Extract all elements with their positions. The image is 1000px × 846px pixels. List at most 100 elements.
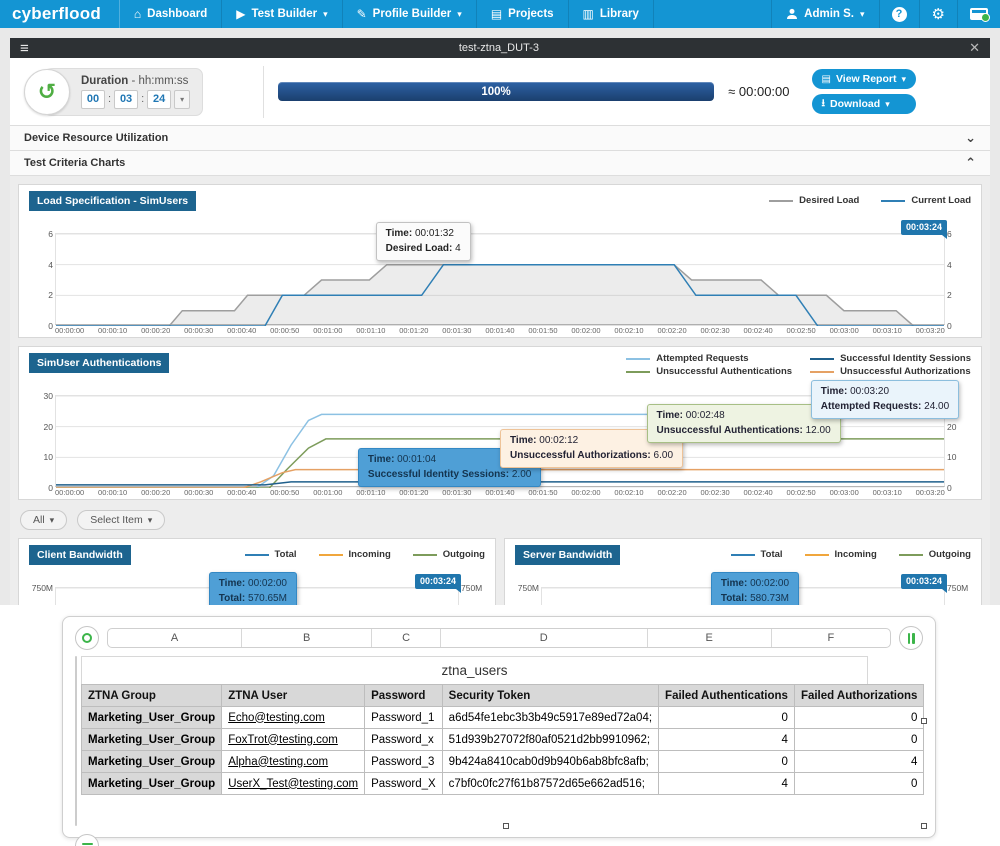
cell-security-token[interactable]: c7bf0c0fc27f61b87572d65e662ad516; (442, 773, 658, 795)
header-cell[interactable]: Failed Authentications (659, 685, 795, 707)
duration-minutes[interactable]: 03 (114, 90, 138, 109)
cell-failed-authentications[interactable]: 0 (659, 707, 795, 729)
duration-seconds[interactable]: 24 (147, 90, 171, 109)
spreadsheet-region: ABCDEF 12345 ztna_users ZTNA GroupZTNA U… (0, 605, 1000, 846)
legend-item[interactable]: Incoming (805, 549, 877, 560)
selection-handle[interactable] (503, 823, 509, 829)
legend-label: Outgoing (929, 549, 971, 560)
chart-load-specification: Load Specification - SimUsersDesired Loa… (18, 184, 982, 338)
column-header-C[interactable]: C (372, 629, 441, 647)
sheet-menu-button[interactable] (75, 834, 99, 846)
close-icon[interactable]: ✕ (969, 40, 980, 56)
legend-item[interactable]: Outgoing (413, 549, 485, 560)
cell-password[interactable]: Password_X (365, 773, 443, 795)
cell-password[interactable]: Password_1 (365, 707, 443, 729)
column-header-B[interactable]: B (242, 629, 372, 647)
cell-ztna-user[interactable]: Alpha@testing.com (222, 751, 365, 773)
system-status-button[interactable] (957, 0, 1000, 28)
record-button[interactable] (75, 626, 99, 650)
chart-plot-area[interactable]: 750M750M00:03:24Time: 00:02:00Total: 580… (541, 587, 945, 605)
nav-item-library[interactable]: ▥Library (569, 0, 654, 28)
x-axis-labels: 00:00:0000:00:1000:00:2000:00:3000:00:40… (55, 326, 945, 335)
header-cell[interactable]: Failed Authorizations (794, 685, 924, 707)
cell-security-token[interactable]: 51d939b27072f80af0521d2bb9910962; (442, 729, 658, 751)
legend-item[interactable]: Total (731, 549, 783, 560)
chart-plot-area[interactable]: 3030202010100000:03:24Time: 00:01:04Succ… (55, 395, 945, 487)
chevron-down-icon: ▾ (148, 515, 153, 526)
cell-password[interactable]: Password_3 (365, 751, 443, 773)
legend-item[interactable]: Unsuccessful Authentications (626, 366, 792, 377)
cell-failed-authorizations[interactable]: 4 (794, 751, 924, 773)
cell-ztna-group[interactable]: Marketing_User_Group (82, 773, 222, 795)
column-header-F[interactable]: F (772, 629, 890, 647)
nav-item-profile-builder[interactable]: ✎Profile Builder▾ (343, 0, 477, 28)
cell-failed-authorizations[interactable]: 0 (794, 773, 924, 795)
legend-item[interactable]: Attempted Requests (626, 353, 748, 364)
pause-button[interactable] (899, 626, 923, 650)
cell-ztna-group[interactable]: Marketing_User_Group (82, 707, 222, 729)
view-report-button[interactable]: ▤ View Report ▾ (812, 69, 916, 89)
legend-item[interactable]: Current Load (881, 195, 971, 206)
app-logo[interactable]: cyberflood (0, 0, 120, 28)
legend-item[interactable]: Unsuccessful Authorizations (810, 366, 971, 377)
column-header-A[interactable]: A (108, 629, 242, 647)
header-cell[interactable]: ZTNA Group (82, 685, 222, 707)
chevron-down-icon: ▾ (50, 515, 55, 526)
gear-icon: ⚙ (932, 5, 945, 23)
test-title: test-ztna_DUT-3 (29, 42, 969, 54)
cell-ztna-user[interactable]: Echo@testing.com (222, 707, 365, 729)
selection-handle[interactable] (921, 823, 927, 829)
nav-item-test-builder[interactable]: ▶Test Builder▾ (222, 0, 342, 28)
column-letter-bar: ABCDEF (107, 628, 891, 648)
section-device-resource-utilization[interactable]: Device Resource Utilization ⌄ (10, 126, 990, 151)
column-header-D[interactable]: D (441, 629, 648, 647)
legend-swatch (810, 358, 834, 360)
section-test-criteria-charts[interactable]: Test Criteria Charts ⌃ (10, 151, 990, 176)
cell-failed-authentications[interactable]: 4 (659, 729, 795, 751)
cell-ztna-user[interactable]: FoxTrot@testing.com (222, 729, 365, 751)
cell-ztna-group[interactable]: Marketing_User_Group (82, 751, 222, 773)
cell-failed-authentications[interactable]: 4 (659, 773, 795, 795)
legend-item[interactable]: Desired Load (769, 195, 859, 206)
x-tick-label: 00:01:30 (442, 326, 471, 335)
cell-failed-authentications[interactable]: 0 (659, 751, 795, 773)
run-controls-toolbar: ↺ Duration - hh:mm:ss 00: 03: 24 ▾ 100% … (10, 58, 990, 126)
legend-item[interactable]: Outgoing (899, 549, 971, 560)
nav-item-projects[interactable]: ▤Projects (477, 0, 569, 28)
header-cell[interactable]: Password (365, 685, 443, 707)
duration-dropdown-caret[interactable]: ▾ (174, 90, 190, 109)
filter-all-dropdown[interactable]: All▾ (20, 510, 67, 530)
settings-button[interactable]: ⚙ (919, 0, 957, 28)
nav-item-label: Projects (508, 8, 553, 20)
chart-plot-area[interactable]: 750M750M00:03:24Time: 00:02:00Total: 570… (55, 587, 459, 605)
nav-item-label: Test Builder (251, 8, 317, 20)
column-header-E[interactable]: E (648, 629, 772, 647)
selection-handle[interactable] (921, 718, 927, 724)
cell-password[interactable]: Password_x (365, 729, 443, 751)
legend-item[interactable]: Total (245, 549, 297, 560)
x-tick-label: 00:00:00 (55, 326, 84, 335)
cell-security-token[interactable]: a6d54fe1ebc3b3b49c5917e89ed72a04; (442, 707, 658, 729)
nav-item-dashboard[interactable]: ⌂Dashboard (120, 0, 222, 28)
download-button[interactable]: ⭳ Download ▾ (812, 94, 916, 114)
header-cell[interactable]: ZTNA User (222, 685, 365, 707)
menu-icon[interactable]: ≡ (20, 40, 29, 57)
help-button[interactable]: ? (879, 0, 919, 28)
cell-failed-authorizations[interactable]: 0 (794, 707, 924, 729)
x-tick-label: 00:01:40 (485, 488, 514, 497)
cell-failed-authorizations[interactable]: 0 (794, 729, 924, 751)
cell-ztna-group[interactable]: Marketing_User_Group (82, 729, 222, 751)
cell-security-token[interactable]: 9b424a8410cab0d9b940b6ab8bfc8afb; (442, 751, 658, 773)
user-menu[interactable]: Admin S. ▾ (771, 0, 878, 28)
duration-hours[interactable]: 00 (81, 90, 105, 109)
chart-plot-area[interactable]: 6644220000:03:24Time: 00:01:32Desired Lo… (55, 233, 945, 325)
rerun-button[interactable]: ↺ (24, 69, 70, 115)
legend-item[interactable]: Incoming (319, 549, 391, 560)
cell-ztna-user[interactable]: UserX_Test@testing.com (222, 773, 365, 795)
select-item-dropdown[interactable]: Select Item▾ (77, 510, 165, 530)
x-tick-label: 00:01:50 (528, 488, 557, 497)
legend-item[interactable]: Successful Identity Sessions (810, 353, 971, 364)
header-cell[interactable]: Security Token (442, 685, 658, 707)
chevron-up-icon: ⌃ (965, 155, 976, 171)
y-axis-label: 0 (947, 321, 969, 331)
